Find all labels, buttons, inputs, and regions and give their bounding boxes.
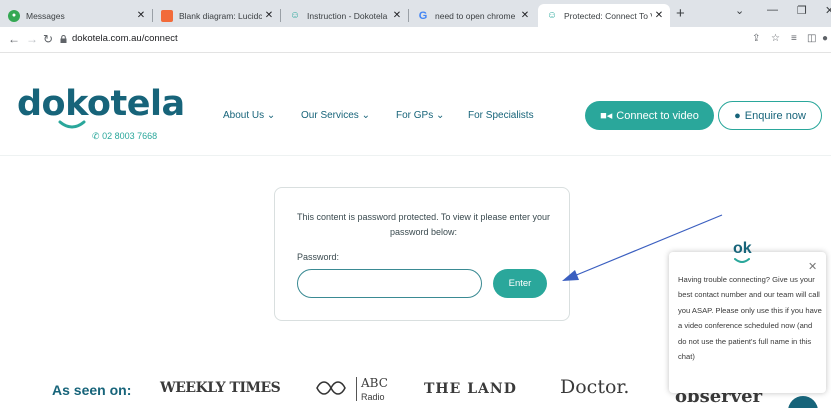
browser-toolbar: ← → ↻ dokotela.com.au/connect ⇪ ☆ ≡ ◫ ● (0, 27, 831, 53)
weekly-times-logo: WEEKLY TIMES (160, 380, 281, 396)
tab-title: Blank diagram: Lucidchart (179, 10, 262, 21)
messages-icon: ● (8, 9, 20, 22)
google-icon: G (418, 9, 428, 22)
back-icon[interactable]: ← (8, 32, 20, 46)
restore-icon[interactable]: ❐ (797, 4, 807, 17)
tab-instruction[interactable]: ☺ Instruction - Dokotela ✕ (281, 4, 408, 27)
video-camera-icon: ■◂ (600, 110, 613, 122)
chevron-down-icon: ⌄ (436, 110, 445, 121)
phone-icon: ✆ (92, 131, 100, 141)
close-icon[interactable]: ✕ (518, 10, 532, 21)
chat-launcher-button[interactable] (788, 396, 818, 408)
close-icon[interactable]: ✕ (262, 10, 276, 21)
nav-label: About Us (223, 110, 265, 121)
chat-bubble-icon: ● (734, 109, 741, 122)
the-land-logo: THE LAND (424, 381, 517, 397)
australian-doctor-logo: Doctor. (560, 376, 630, 398)
close-icon[interactable]: ✕ (390, 10, 404, 21)
dokotela-icon: ☺ (289, 10, 301, 21)
tab-messages[interactable]: ● Messages ✕ (0, 4, 152, 27)
tab-lucidchart[interactable]: Blank diagram: Lucidchart ✕ (153, 4, 280, 27)
nav-label: For GPs (396, 110, 434, 121)
abc-divider (356, 377, 357, 401)
abc-radio-text: Radio (361, 392, 385, 402)
tab-title: Instruction - Dokotela (307, 10, 388, 21)
minimize-icon[interactable]: — (767, 4, 778, 16)
bookmark-star-icon[interactable]: ☆ (771, 33, 780, 44)
chat-logo-smile-icon (734, 258, 750, 263)
chevron-down-icon: ⌄ (361, 110, 370, 121)
nav-for-specialists[interactable]: For Specialists (468, 110, 534, 121)
enter-button[interactable]: Enter (493, 269, 547, 298)
new-tab-button[interactable]: + (676, 5, 685, 22)
chat-message: Having trouble connecting? Give us your … (678, 275, 822, 362)
tab-title: need to open chrome br (435, 10, 518, 21)
abc-radio-logo-mark (316, 381, 346, 395)
phone-text: 02 8003 7668 (102, 131, 158, 141)
tab-title: Messages (26, 10, 65, 21)
nav-our-services[interactable]: Our Services ⌄ (301, 110, 370, 121)
button-label: Enquire now (744, 109, 806, 122)
tab-title: Protected: Connect To Vi (564, 10, 652, 21)
password-input[interactable] (297, 269, 482, 298)
close-window-icon[interactable]: ✕ (825, 4, 831, 17)
chevron-down-icon: ⌄ (266, 110, 276, 121)
password-message: This content is password protected. To v… (297, 212, 550, 237)
nav-for-gps[interactable]: For GPs ⌄ (396, 110, 444, 121)
close-icon[interactable]: ✕ (134, 10, 148, 21)
reading-list-icon[interactable]: ≡ (791, 33, 797, 44)
dokotela-icon: ☺ (546, 10, 558, 21)
profile-icon[interactable]: ● (822, 33, 828, 44)
enquire-now-button[interactable]: ● Enquire now (718, 101, 822, 130)
close-icon[interactable]: ✕ (652, 10, 666, 21)
abc-logo-text: ABC (361, 376, 388, 390)
as-seen-on-label: As seen on: (52, 382, 132, 398)
tab-connect-active[interactable]: ☺ Protected: Connect To Vi ✕ (538, 4, 670, 27)
reload-icon[interactable]: ↻ (43, 32, 53, 46)
browser-window: ● Messages ✕ Blank diagram: Lucidchart ✕… (0, 0, 831, 408)
nav-label: Our Services (301, 110, 359, 121)
dokotela-logo[interactable]: dokotela (17, 84, 185, 124)
nav-about-us[interactable]: About Us ⌄ (223, 110, 275, 121)
button-label: Connect to video (616, 109, 699, 122)
chat-logo: ok (733, 240, 752, 257)
password-label: Password: (297, 252, 340, 262)
share-icon[interactable]: ⇪ (752, 33, 760, 44)
address-bar[interactable]: dokotela.com.au/connect (72, 33, 178, 44)
tab-bar: ● Messages ✕ Blank diagram: Lucidchart ✕… (0, 0, 831, 27)
lucidchart-icon (161, 9, 173, 22)
logo-smile-icon (58, 120, 86, 129)
connect-to-video-button[interactable]: ■◂ Connect to video (585, 101, 714, 130)
phone-number[interactable]: ✆ 02 8003 7668 (92, 131, 157, 142)
header-divider (0, 155, 831, 156)
lock-icon (60, 35, 67, 43)
tab-google[interactable]: G need to open chrome br ✕ (409, 4, 536, 27)
forward-icon[interactable]: → (26, 32, 38, 46)
tab-search-icon[interactable]: ⌄ (735, 4, 744, 17)
side-panel-icon[interactable]: ◫ (807, 33, 816, 44)
